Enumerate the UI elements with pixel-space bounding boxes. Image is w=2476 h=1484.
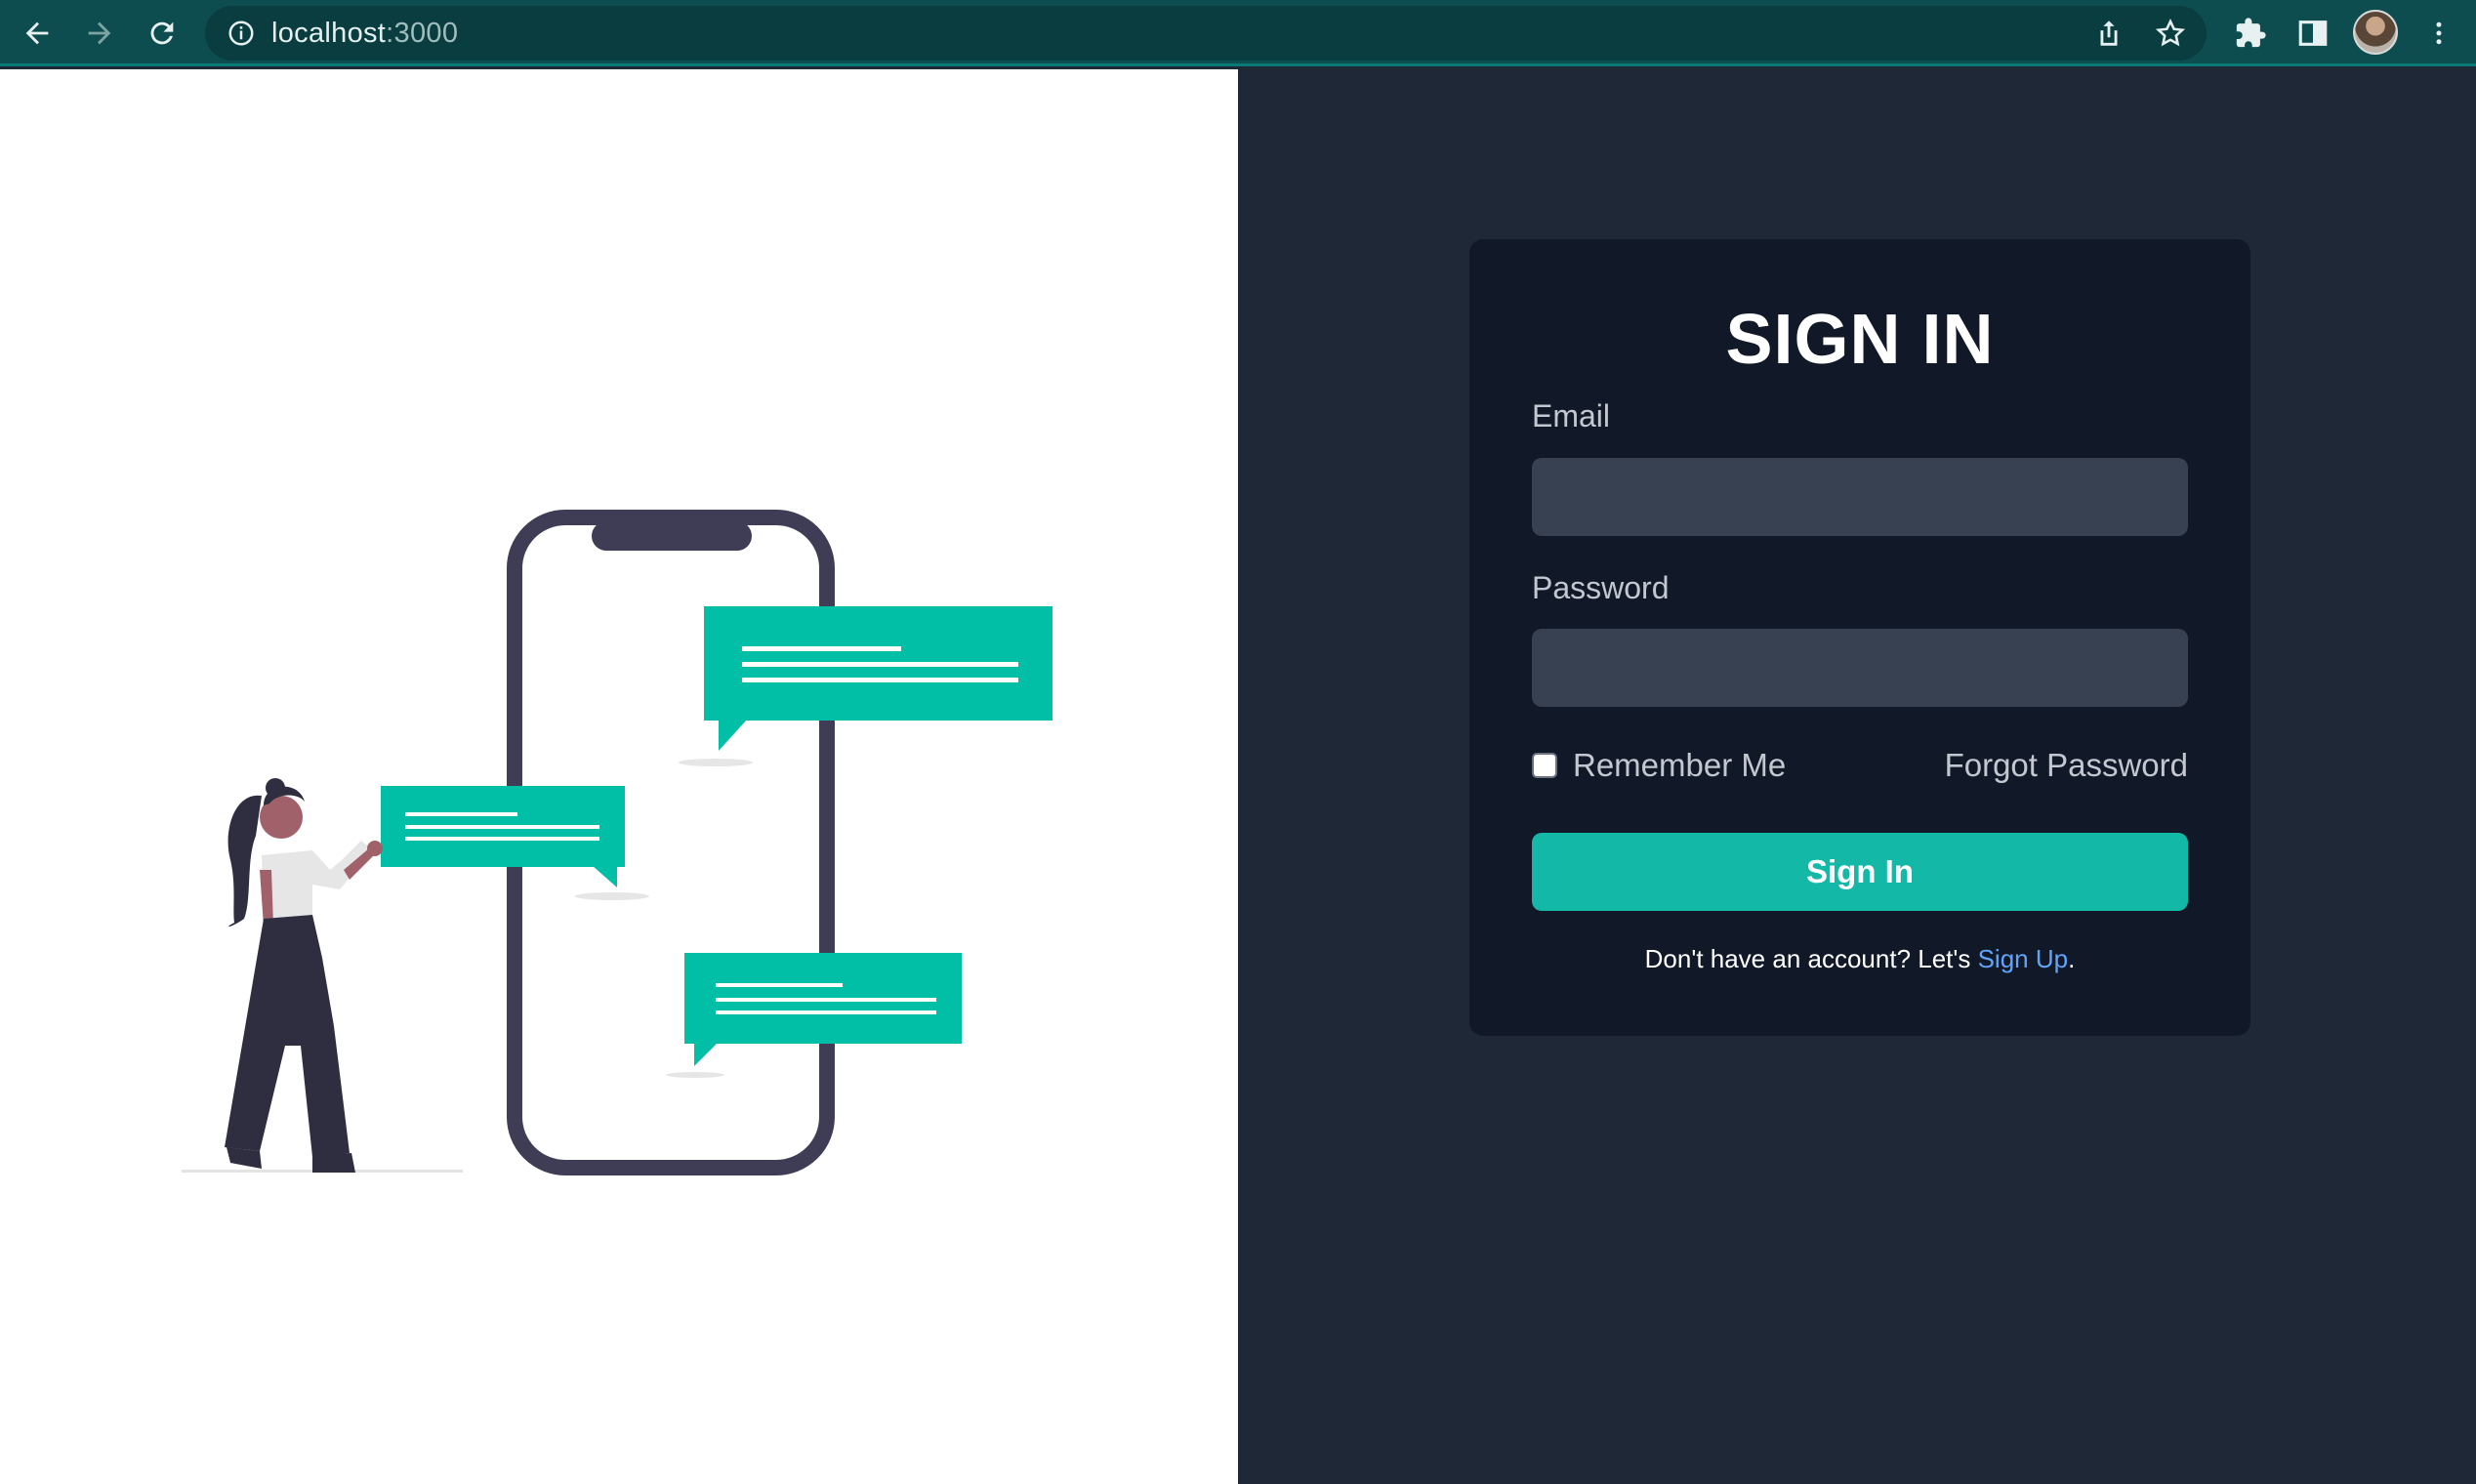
url-port: :3000 [386,18,459,49]
extensions-icon [2236,18,2266,48]
profile-avatar[interactable] [2353,10,2398,55]
info-icon[interactable] [227,19,256,48]
url-text[interactable]: localhost:3000 [271,18,458,50]
chat-illustration [182,510,1052,1175]
more-vert-icon [2436,21,2442,45]
signin-card: SIGN IN Email Password Remember Me Forgo… [1469,239,2250,1036]
signup-prompt: Don't have an account? Let's Sign Up. [1469,944,2250,974]
extensions-button[interactable] [2231,14,2270,53]
illustration-panel [0,69,1238,1484]
back-button[interactable] [14,10,61,57]
remember-me[interactable]: Remember Me [1532,747,1786,784]
back-arrow-icon [25,21,49,45]
reload-button[interactable] [139,10,186,57]
browser-toolbar: localhost:3000 [0,0,2476,66]
forward-button[interactable] [76,10,123,57]
side-panel-button[interactable] [2293,14,2332,53]
page-title: SIGN IN [1725,301,1995,379]
forgot-password-link[interactable]: Forgot Password [1945,747,2188,784]
reload-icon [150,21,174,45]
forward-arrow-icon [88,21,111,45]
url-host: localhost [271,18,387,49]
password-label: Password [1532,570,1670,605]
remember-checkbox[interactable] [1532,753,1557,778]
menu-button[interactable] [2419,14,2458,53]
address-bar[interactable]: localhost:3000 [205,6,2207,61]
star-icon[interactable] [2154,17,2187,50]
login-panel: SIGN IN Email Password Remember Me Forgo… [1238,69,2476,1484]
side-panel-icon [2298,21,2328,46]
share-icon[interactable] [2092,17,2125,50]
signup-link[interactable]: Sign Up [1978,944,2069,973]
signup-prefix: Don't have an account? Let's [1644,944,1978,973]
remember-label: Remember Me [1573,747,1787,783]
email-label: Email [1532,398,1611,433]
signup-suffix: . [2068,944,2076,973]
sign-in-button[interactable]: Sign In [1532,833,2188,911]
email-field[interactable] [1532,458,2188,536]
password-field[interactable] [1532,629,2188,707]
